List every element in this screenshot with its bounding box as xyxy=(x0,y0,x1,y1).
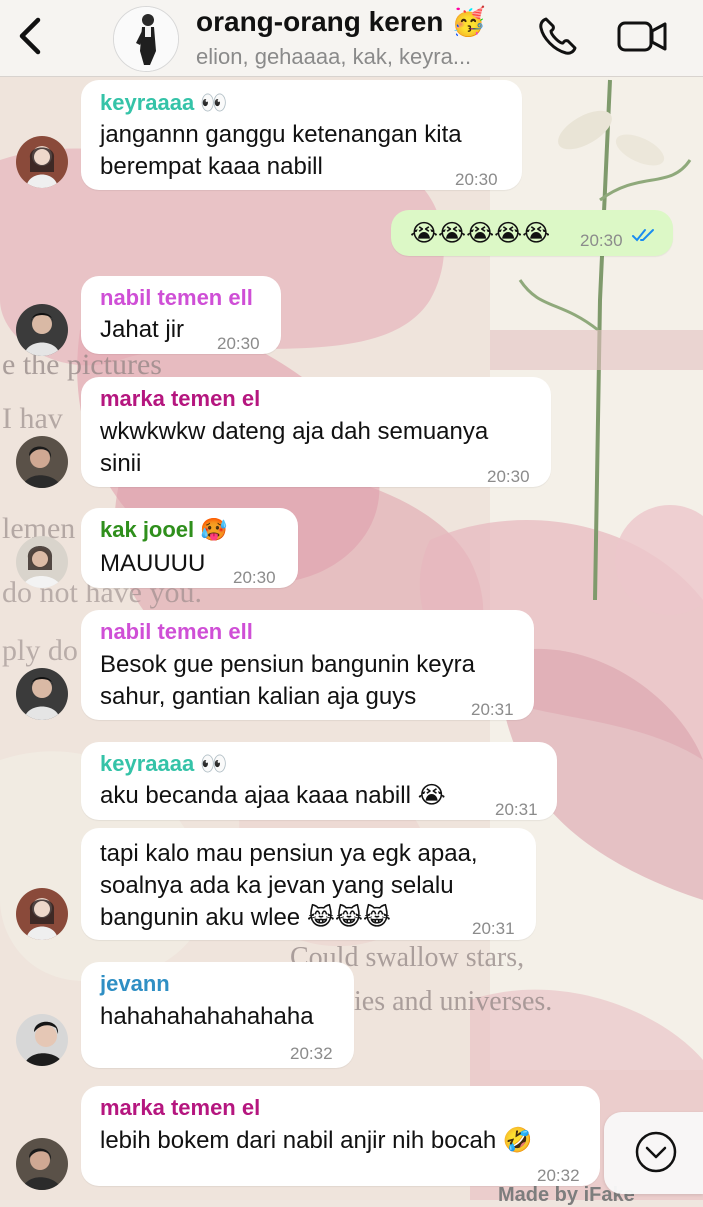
hot-face-emoji: 🥵 xyxy=(200,518,228,543)
message-text: lebih bokem dari nabil anjir nih bocah 🤣 xyxy=(100,1127,533,1154)
sender-name: nabil temen ell xyxy=(100,619,253,644)
message-text: MAUUUU xyxy=(100,550,206,577)
message-text: sahur, gantian kalian aja guys xyxy=(100,683,417,710)
sender-name: marka temen el xyxy=(100,1095,261,1120)
sender-avatar[interactable] xyxy=(16,304,68,356)
sender-avatar[interactable] xyxy=(16,136,68,188)
message-time: 20:31 xyxy=(471,700,514,719)
message-time: 20:32 xyxy=(290,1044,333,1063)
sender-avatar[interactable] xyxy=(16,888,68,940)
message-bubble[interactable]: jevann hahahahahahahaha 20:32 xyxy=(81,962,354,1068)
chevron-left-icon xyxy=(19,17,41,55)
message-time: 20:31 xyxy=(472,919,515,938)
message-text: wkwkwkw dateng aja dah semuanya xyxy=(100,418,489,445)
message-time: 20:30 xyxy=(233,568,276,587)
sender-avatar[interactable] xyxy=(16,536,68,588)
message-time: 20:30 xyxy=(487,467,530,486)
message-bubble[interactable]: marka temen el wkwkwkw dateng aja dah se… xyxy=(81,377,551,487)
message-bubble[interactable]: keyraaaa 👀 aku becanda ajaa kaaa nabill … xyxy=(81,742,557,820)
group-avatar[interactable] xyxy=(113,6,179,72)
message-text: aku becanda ajaa kaaa nabill 😭 xyxy=(100,782,446,809)
video-call-button[interactable] xyxy=(616,16,668,56)
message-text: tapi kalo mau pensiun ya egk apaa, xyxy=(100,840,478,867)
message-time: 20:31 xyxy=(495,800,538,819)
phone-icon xyxy=(539,17,577,55)
back-button[interactable] xyxy=(14,14,50,58)
message-text: Jahat jir xyxy=(100,316,185,343)
message-time: 20:30 xyxy=(580,231,623,250)
message-bubble[interactable]: marka temen el lebih bokem dari nabil an… xyxy=(81,1086,600,1186)
sender-name: kak jooel 🥵 xyxy=(100,517,228,543)
message-text: hahahahahahahaha xyxy=(100,1003,314,1030)
group-title[interactable]: orang-orang keren 🥳 xyxy=(196,5,486,38)
sender-avatar[interactable] xyxy=(16,1014,68,1066)
sender-avatar[interactable] xyxy=(16,436,68,488)
message-text: berempat kaaa nabill xyxy=(100,153,323,180)
chat-header: orang-orang keren 🥳 elion, gehaaaa, kak,… xyxy=(0,0,703,77)
voice-call-button[interactable] xyxy=(536,14,580,58)
chat-messages[interactable]: keyraaaa 👀 jangannn ganggu ketenangan ki… xyxy=(0,76,703,1200)
sender-name: marka temen el xyxy=(100,386,261,411)
message-text: soalnya ada ka jevan yang selalu xyxy=(100,872,454,899)
eyes-emoji: 👀 xyxy=(200,91,228,116)
message-time: 20:30 xyxy=(455,170,498,189)
chevron-down-circle-icon xyxy=(635,1131,677,1173)
eyes-emoji: 👀 xyxy=(200,752,228,777)
video-camera-icon xyxy=(617,21,667,52)
message-bubble[interactable]: kak jooel 🥵 MAUUUU 20:30 xyxy=(81,508,298,588)
sender-avatar[interactable] xyxy=(16,668,68,720)
message-text: sinii xyxy=(100,450,142,477)
partying-face-emoji: 🥳 xyxy=(451,5,487,38)
sender-name: keyraaaa 👀 xyxy=(100,90,228,116)
scroll-to-bottom-button[interactable] xyxy=(604,1112,703,1194)
message-time: 20:30 xyxy=(217,334,260,353)
message-text: bangunin aku wlee 😹😹😹 xyxy=(100,904,391,931)
double-check-read-icon xyxy=(632,229,654,242)
sender-avatar[interactable] xyxy=(16,1138,68,1190)
outgoing-message-bubble[interactable]: 😭😭😭😭😭 20:30 xyxy=(391,210,673,256)
group-members-subtitle[interactable]: elion, gehaaaa, kak, keyra... xyxy=(196,44,471,70)
sender-name: nabil temen ell xyxy=(100,285,253,310)
sender-name: jevann xyxy=(100,971,170,996)
message-bubble[interactable]: tapi kalo mau pensiun ya egk apaa, soaln… xyxy=(81,828,536,940)
message-bubble[interactable]: nabil temen ell Besok gue pensiun bangun… xyxy=(81,610,534,720)
message-time: 20:32 xyxy=(537,1166,580,1185)
message-text: Besok gue pensiun bangunin keyra xyxy=(100,651,475,678)
message-text: jangannn ganggu ketenangan kita xyxy=(100,121,462,148)
message-bubble[interactable]: nabil temen ell Jahat jir 20:30 xyxy=(81,276,281,354)
sender-name: keyraaaa 👀 xyxy=(100,751,228,777)
message-text: 😭😭😭😭😭 xyxy=(410,219,551,247)
message-bubble[interactable]: keyraaaa 👀 jangannn ganggu ketenangan ki… xyxy=(81,80,522,190)
